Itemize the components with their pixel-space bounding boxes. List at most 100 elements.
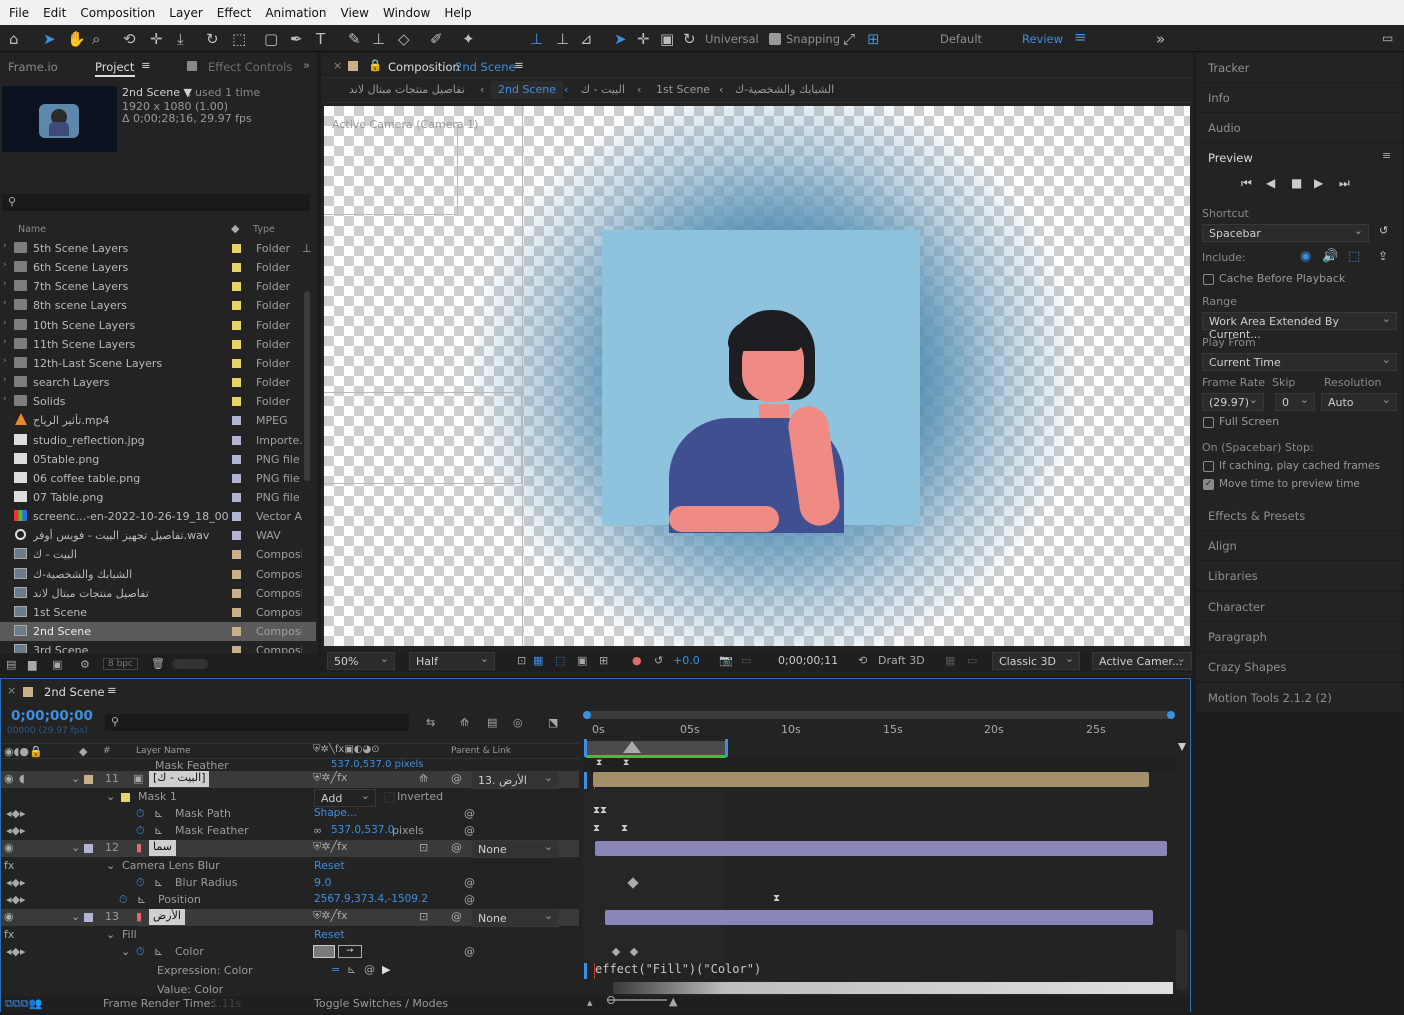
search-help-icon[interactable]: ▭ <box>1382 31 1393 45</box>
expression-enable-icon[interactable]: = <box>331 963 340 976</box>
3d-layer-icon[interactable]: ⟰ <box>419 772 428 785</box>
expand-arrow-icon[interactable]: › <box>3 318 7 328</box>
property-value[interactable]: Shape... <box>314 807 357 819</box>
label-swatch[interactable] <box>232 607 241 617</box>
include-overlay-icon[interactable]: ⬚ <box>1348 249 1360 264</box>
layer-row-12[interactable]: ◉ ⌄ 12 ▮ سما ⛨✲╱fx ⊡ @ None <box>1 840 579 858</box>
workspace-review[interactable]: Review <box>1022 32 1063 46</box>
keyframe-nav-icon[interactable]: ◂◆▸ <box>6 807 26 820</box>
zoom-slider-thumb[interactable] <box>607 996 615 1004</box>
expand-arrow-icon[interactable]: › <box>3 356 7 366</box>
timeline-marker-icon[interactable] <box>1178 743 1186 751</box>
snapping-checkbox[interactable] <box>769 33 781 45</box>
label-swatch[interactable] <box>232 263 241 273</box>
label-column-icon[interactable]: ◆ <box>231 222 239 235</box>
ifcaching-checkbox[interactable] <box>1203 461 1214 472</box>
graph-editor-icon[interactable]: ⬔ <box>548 716 558 729</box>
layer-12-bar[interactable] <box>595 841 1167 856</box>
tab-menu-icon[interactable]: ≡ <box>141 58 151 72</box>
breadcrumb-item[interactable]: 1st Scene <box>656 83 710 96</box>
renderer-select[interactable]: Classic 3D <box>992 652 1080 670</box>
project-item[interactable]: screenc...-en-2022-10-26-19_18_00.pdf Vec… <box>0 507 316 526</box>
panel-info[interactable]: Info <box>1196 83 1402 112</box>
eye-icon[interactable]: ◉ <box>4 841 14 854</box>
expand-arrow-icon[interactable]: › <box>3 337 7 347</box>
label-swatch[interactable] <box>232 435 241 445</box>
parent-select[interactable]: None <box>471 909 559 927</box>
snap-option-icon[interactable]: ⤢ <box>843 30 855 48</box>
mask-inverted-checkbox[interactable] <box>384 792 395 803</box>
keyframe-nav-icon[interactable]: ◂◆▸ <box>6 945 26 958</box>
transparency-grid-icon[interactable]: ▦ <box>533 654 543 667</box>
expression-graph-icon[interactable]: ⊾ <box>347 963 356 976</box>
reset-exposure-icon[interactable]: ↺ <box>654 654 663 667</box>
graph-icon[interactable]: ⊾ <box>154 824 163 837</box>
work-area-end[interactable] <box>725 739 728 757</box>
pickwhip-icon[interactable]: @ <box>464 945 475 958</box>
comp-tab-name[interactable]: 2nd Scene <box>455 60 516 74</box>
panel-paragraph[interactable]: Paragraph <box>1196 622 1402 651</box>
label-swatch[interactable] <box>232 588 241 598</box>
workspace-menu-icon[interactable]: ≡ <box>1074 28 1087 46</box>
clone-stamp-icon[interactable]: ⊥ <box>372 30 385 48</box>
anchor-tool-icon[interactable]: ⬚ <box>232 30 246 48</box>
label-column-icon[interactable]: ◆ <box>79 745 87 758</box>
timeline-tab[interactable]: 2nd Scene <box>44 685 105 699</box>
layername-column-header[interactable]: Layer Name <box>136 746 191 756</box>
graph-icon[interactable]: ⊾ <box>154 945 163 958</box>
mask-visibility-icon[interactable]: ⬚ <box>555 654 565 667</box>
color-swatch[interactable] <box>313 945 335 958</box>
panel-audio[interactable]: Audio <box>1196 113 1402 142</box>
axis-local-icon[interactable]: ⊥ <box>530 30 543 48</box>
fx-icon[interactable]: fx <box>4 859 14 872</box>
panel-character[interactable]: Character <box>1196 592 1402 621</box>
lock-icon[interactable]: 🔒 <box>368 58 382 72</box>
twirl-icon[interactable]: ⌄ <box>106 928 115 941</box>
breadcrumb-item[interactable]: البيت - ك <box>581 83 625 96</box>
project-item[interactable]: تأثير الرياح.mp4 MPEG <box>0 411 316 430</box>
label-swatch[interactable] <box>232 397 241 407</box>
color-channels-icon[interactable]: ● <box>632 654 642 667</box>
draft3d-toggle-icon[interactable]: ⟰ <box>460 716 469 729</box>
pen-tool-icon[interactable]: ✒ <box>290 30 303 48</box>
property-value[interactable]: 537.0,537.0 <box>331 824 394 836</box>
first-frame-icon[interactable]: ⏮ <box>1241 176 1252 191</box>
draft3d-label[interactable]: Draft 3D <box>878 654 925 667</box>
panel-crazy-shapes[interactable]: Crazy Shapes <box>1196 652 1402 681</box>
expression-code[interactable]: effect("Fill")("Color") <box>595 962 761 976</box>
draft3d-icon[interactable]: ⟲ <box>858 654 867 667</box>
zoom-slider[interactable] <box>607 999 667 1001</box>
expand-arrow-icon[interactable]: › <box>3 375 7 385</box>
work-area-bar[interactable] <box>586 741 728 755</box>
expand-arrow-icon[interactable]: › <box>3 394 7 404</box>
menu-view[interactable]: View <box>334 6 376 20</box>
project-search-input[interactable]: ⚲ <box>2 194 310 211</box>
graph-icon[interactable]: ⊾ <box>154 807 163 820</box>
eraser-tool-icon[interactable]: ◇ <box>398 30 410 48</box>
parent-select[interactable]: None <box>471 840 559 858</box>
project-item[interactable]: 11th Scene Layers Folder › <box>0 335 316 354</box>
navigator-start-handle[interactable] <box>583 711 591 719</box>
mask-mode-select[interactable]: Add <box>314 789 376 807</box>
zoom-in-icon[interactable]: ▲ <box>669 995 677 1008</box>
shortcut-select[interactable]: Spacebar <box>1202 224 1369 242</box>
label-swatch[interactable] <box>232 244 241 253</box>
project-item[interactable]: 10th Scene Layers Folder › <box>0 316 316 335</box>
property-value[interactable]: 9.0 <box>314 876 332 889</box>
workspace-overflow-icon[interactable]: » <box>1156 30 1165 48</box>
ground-plane-icon[interactable]: ▭ <box>967 654 977 667</box>
zoom-tool-icon[interactable]: ⌕ <box>92 30 100 48</box>
panel-overflow-icon[interactable]: » <box>303 58 310 72</box>
extended-viewer-icon[interactable]: ▦ <box>945 654 955 667</box>
new-folder-icon[interactable]: ▆ <box>28 658 36 671</box>
panel-motion-tools[interactable]: Motion Tools 2.1.2 (2) <box>1196 683 1402 712</box>
switches-header-icon[interactable]: ⛨✲╲fx▣◐◕⊙ <box>313 744 380 755</box>
pickwhip-icon[interactable]: @ <box>464 807 475 820</box>
label-swatch[interactable] <box>232 378 241 388</box>
stopwatch-icon[interactable]: ⏱ <box>136 807 145 821</box>
reset-shortcut-icon[interactable]: ↺ <box>1379 224 1388 237</box>
fullscreen-checkbox[interactable] <box>1203 417 1214 428</box>
puppet-pin-icon[interactable]: ✦ <box>462 30 475 48</box>
layer-row-13[interactable]: ◉ ⌄ 13 ▮ الأرض ⛨✲╱fx ⊡ @ None <box>1 909 579 927</box>
3d-rotate-icon[interactable]: ↻ <box>683 30 696 48</box>
